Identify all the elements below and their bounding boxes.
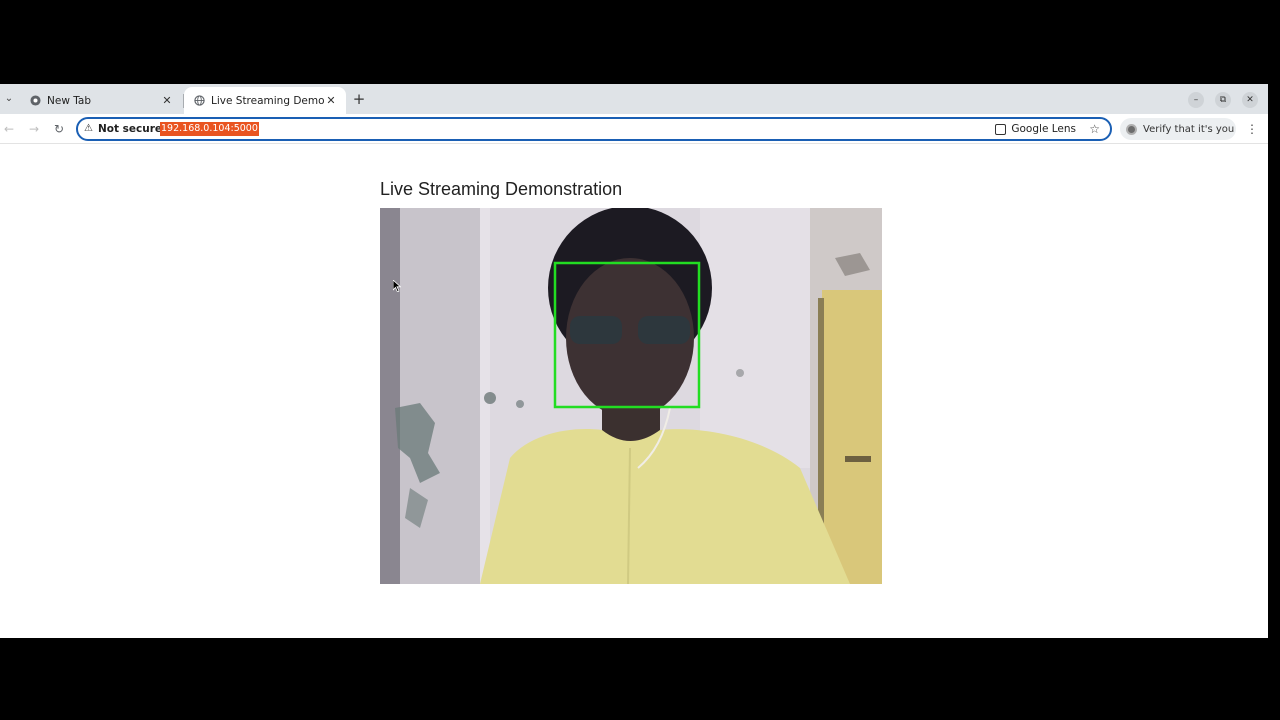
tab-strip: ⌄ New Tab ✕ Live Streaming Demonst ✕ + –… bbox=[0, 84, 1268, 114]
page-title: Live Streaming Demonstration bbox=[380, 179, 623, 199]
security-indicator[interactable]: Not secure bbox=[98, 123, 162, 136]
close-icon[interactable]: ✕ bbox=[1242, 92, 1258, 108]
reload-icon[interactable]: ↻ bbox=[52, 121, 66, 137]
globe-icon bbox=[194, 95, 205, 106]
avatar-icon bbox=[1126, 123, 1137, 135]
google-lens-button[interactable]: Google Lens bbox=[995, 122, 1076, 136]
google-lens-label: Google Lens bbox=[1011, 123, 1076, 135]
back-icon[interactable]: ← bbox=[2, 121, 16, 137]
plus-icon[interactable]: + bbox=[351, 91, 367, 107]
page-content: Live Streaming Demonstration bbox=[0, 145, 1268, 638]
star-icon[interactable]: ☆ bbox=[1089, 122, 1100, 136]
browser-window: ⌄ New Tab ✕ Live Streaming Demonst ✕ + –… bbox=[0, 84, 1268, 638]
forward-icon[interactable]: → bbox=[27, 121, 41, 137]
tab-search-icon[interactable]: ⌄ bbox=[2, 92, 16, 106]
url-text[interactable]: 192.168.0.104:5000 bbox=[160, 122, 259, 136]
toolbar: ← → ↻ ⚠ Not secure 192.168.0.104:5000 Go… bbox=[0, 114, 1268, 144]
profile-verify-button[interactable]: Verify that it's you bbox=[1120, 118, 1236, 140]
restore-icon[interactable]: ⧉ bbox=[1215, 92, 1231, 108]
minimize-icon[interactable]: – bbox=[1188, 92, 1204, 108]
menu-icon[interactable]: ⋮ bbox=[1246, 121, 1258, 137]
tab-title: Live Streaming Demonst bbox=[211, 94, 324, 107]
mouse-cursor-icon bbox=[393, 280, 401, 292]
warning-icon: ⚠ bbox=[84, 123, 93, 134]
close-icon[interactable]: ✕ bbox=[160, 94, 174, 107]
video-stream bbox=[380, 208, 882, 584]
address-bar[interactable]: ⚠ Not secure 192.168.0.104:5000 Google L… bbox=[76, 117, 1112, 141]
lens-icon bbox=[995, 123, 1007, 135]
tab-new-tab[interactable]: New Tab ✕ bbox=[20, 87, 182, 114]
tab-live-streaming[interactable]: Live Streaming Demonst ✕ bbox=[184, 87, 346, 114]
chrome-icon bbox=[30, 95, 41, 106]
tab-title: New Tab bbox=[47, 94, 92, 107]
verify-label: Verify that it's you bbox=[1143, 123, 1235, 135]
close-icon[interactable]: ✕ bbox=[324, 94, 338, 107]
